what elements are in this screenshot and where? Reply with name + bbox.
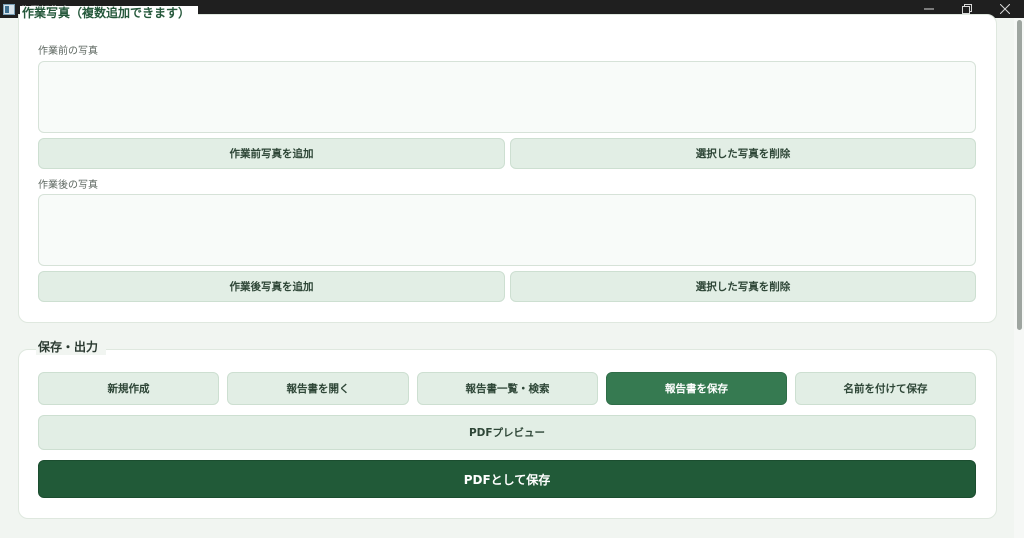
delete-after-photo-button[interactable]: 選択した写真を削除 [510,271,976,302]
after-photos-list[interactable] [38,194,976,266]
pdf-preview-button[interactable]: PDFプレビュー [38,415,976,450]
app-icon [3,3,15,15]
add-before-photo-button[interactable]: 作業前写真を追加 [38,138,505,169]
close-icon [1000,4,1010,14]
save-section-title: 保存・出力 [36,339,107,355]
open-report-button[interactable]: 報告書を開く [227,372,409,405]
before-photos-label: 作業前の写真 [38,46,98,57]
minimize-icon [924,8,934,10]
before-photos-list[interactable] [38,61,976,133]
photos-section-title: 作業写真（複数追加できます） [20,6,199,20]
vertical-scrollbar[interactable] [1014,18,1024,538]
restore-icon [962,4,972,14]
new-report-button[interactable]: 新規作成 [38,372,219,405]
save-report-button[interactable]: 報告書を保存 [606,372,787,405]
scrollbar-thumb[interactable] [1017,20,1022,330]
delete-before-photo-button[interactable]: 選択した写真を削除 [510,138,976,169]
after-photos-label: 作業後の写真 [38,180,98,191]
save-as-pdf-button[interactable]: PDFとして保存 [38,460,976,498]
add-after-photo-button[interactable]: 作業後写真を追加 [38,271,505,302]
report-list-search-button[interactable]: 報告書一覧・検索 [417,372,598,405]
save-as-button[interactable]: 名前を付けて保存 [795,372,976,405]
